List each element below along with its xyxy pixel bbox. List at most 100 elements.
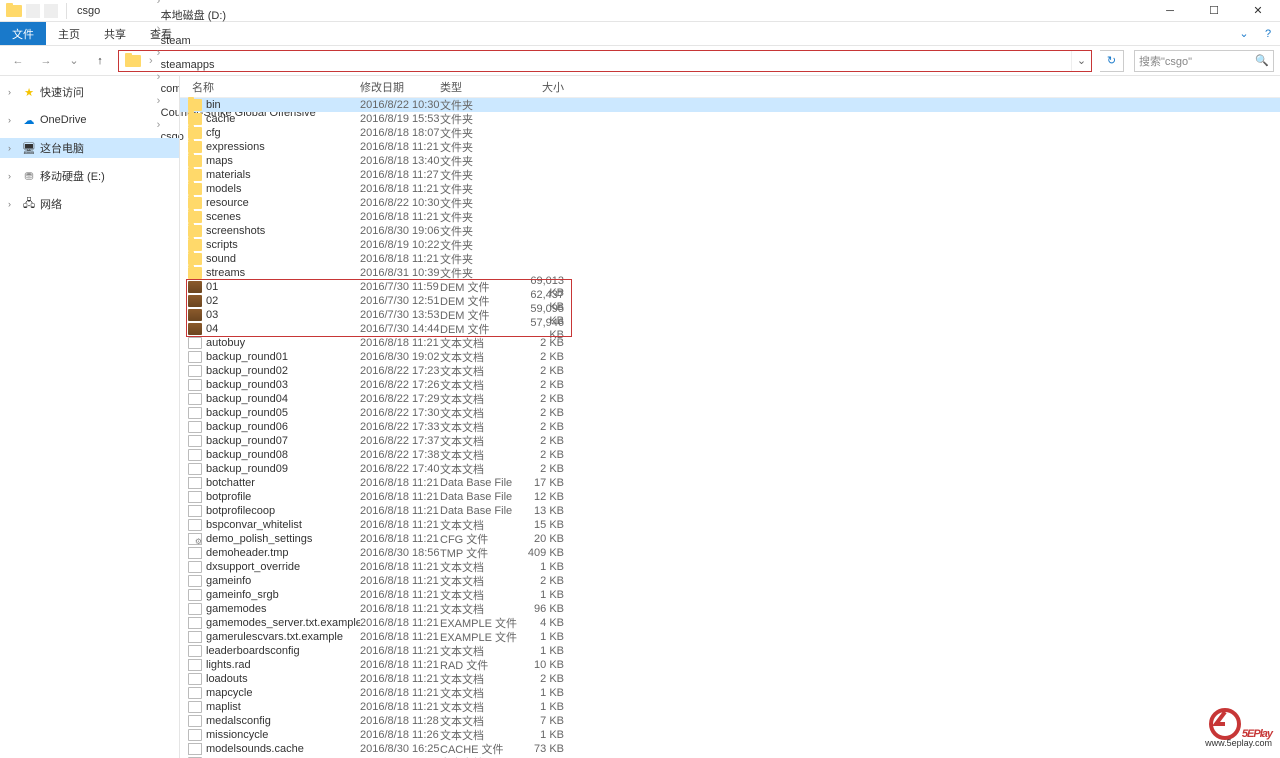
folder-icon <box>188 239 202 251</box>
file-row[interactable]: gamemodes_server.txt.example2016/8/18 11… <box>180 616 1280 630</box>
file-row[interactable]: scenes2016/8/18 11:21文件夹 <box>180 210 1280 224</box>
minimize-button[interactable]: ─ <box>1148 0 1192 22</box>
nav-quick-access[interactable]: ›快速访问 <box>0 82 179 102</box>
file-row[interactable]: maps2016/8/18 13:40文件夹 <box>180 154 1280 168</box>
breadcrumb-item[interactable]: 本地磁盘 (D:) <box>155 7 322 23</box>
file-row[interactable]: screenshots2016/8/30 19:06文件夹 <box>180 224 1280 238</box>
file-row[interactable]: gamerulescvars.txt.example2016/8/18 11:2… <box>180 630 1280 644</box>
nav-forward-button[interactable]: → <box>34 49 58 73</box>
ribbon-tab-share[interactable]: 共享 <box>92 22 138 45</box>
breadcrumb-item[interactable]: steamapps <box>155 59 322 71</box>
refresh-button[interactable]: ↻ <box>1100 50 1124 72</box>
star-icon <box>22 85 36 99</box>
file-row[interactable]: gameinfo2016/8/18 11:21文本文档2 KB <box>180 574 1280 588</box>
nav-this-pc[interactable]: ›这台电脑 <box>0 138 179 158</box>
file-row[interactable]: bspconvar_whitelist2016/8/18 11:21文本文档15… <box>180 518 1280 532</box>
file-row[interactable]: backup_round092016/8/22 17:40文本文档2 KB <box>180 462 1280 476</box>
file-date: 2016/8/18 11:21 <box>360 617 440 629</box>
file-row[interactable]: backup_round052016/8/22 17:30文本文档2 KB <box>180 406 1280 420</box>
nav-onedrive[interactable]: ›OneDrive <box>0 110 179 130</box>
close-button[interactable]: ✕ <box>1236 0 1280 22</box>
ribbon-help-icon[interactable]: ? <box>1256 22 1280 45</box>
file-row[interactable]: 012016/7/30 11:59DEM 文件69,013 KB <box>180 280 1280 294</box>
file-row[interactable]: missioncycle2016/8/18 11:26文本文档1 KB <box>180 728 1280 742</box>
file-row[interactable]: lights.rad2016/8/18 11:21RAD 文件10 KB <box>180 658 1280 672</box>
file-name: bspconvar_whitelist <box>206 519 360 531</box>
file-row[interactable]: dxsupport_override2016/8/18 11:21文本文档1 K… <box>180 560 1280 574</box>
search-icon[interactable]: 🔍 <box>1255 54 1269 67</box>
ribbon-tab-home[interactable]: 主页 <box>46 22 92 45</box>
file-date: 2016/8/18 11:28 <box>360 715 440 727</box>
file-size: 2 KB <box>518 365 570 377</box>
file-row[interactable]: backup_round082016/8/22 17:38文本文档2 KB <box>180 448 1280 462</box>
file-row[interactable]: gamemodes2016/8/18 11:21文本文档96 KB <box>180 602 1280 616</box>
file-row[interactable]: modelsounds.cache2016/8/30 16:25CACHE 文件… <box>180 742 1280 756</box>
file-size: 2 KB <box>518 575 570 587</box>
file-date: 2016/8/31 10:39 <box>360 267 440 279</box>
nav-recent-dropdown[interactable]: ⌄ <box>62 49 86 73</box>
col-header-type[interactable]: 类型 <box>440 79 518 95</box>
file-name: backup_round02 <box>206 365 360 377</box>
breadcrumb-sep-icon[interactable]: › <box>147 55 155 67</box>
file-row[interactable]: maplist2016/8/18 11:21文本文档1 KB <box>180 700 1280 714</box>
file-row[interactable]: loadouts2016/8/18 11:21文本文档2 KB <box>180 672 1280 686</box>
file-date: 2016/8/22 10:30 <box>360 197 440 209</box>
file-row[interactable]: cfg2016/8/18 18:07文件夹 <box>180 126 1280 140</box>
file-row[interactable]: backup_round062016/8/22 17:33文本文档2 KB <box>180 420 1280 434</box>
file-row[interactable]: botchatter2016/8/18 11:21Data Base File1… <box>180 476 1280 490</box>
breadcrumb-sep-icon[interactable]: › <box>155 23 163 35</box>
ribbon-tab-file[interactable]: 文件 <box>0 22 46 45</box>
breadcrumb-sep-icon[interactable]: › <box>155 47 163 59</box>
search-input[interactable]: 搜索"csgo" 🔍 <box>1134 50 1274 72</box>
breadcrumb-item[interactable]: steam <box>155 35 322 47</box>
file-row[interactable]: 032016/7/30 13:53DEM 文件59,095 KB <box>180 308 1280 322</box>
maximize-button[interactable]: ☐ <box>1192 0 1236 22</box>
col-header-name[interactable]: 名称 <box>188 79 360 95</box>
file-row[interactable]: expressions2016/8/18 11:21文件夹 <box>180 140 1280 154</box>
file-row[interactable]: streams2016/8/31 10:39文件夹 <box>180 266 1280 280</box>
address-bar[interactable]: › 这台电脑›本地磁盘 (D:)›steam›steamapps›common›… <box>118 50 1092 72</box>
file-row[interactable]: models2016/8/18 11:21文件夹 <box>180 182 1280 196</box>
col-header-date[interactable]: 修改日期 <box>360 79 440 95</box>
file-row[interactable]: materials2016/8/18 11:27文件夹 <box>180 168 1280 182</box>
file-row[interactable]: bin2016/8/22 10:30文件夹 <box>180 98 1280 112</box>
file-row[interactable]: cache2016/8/19 15:53文件夹 <box>180 112 1280 126</box>
file-row[interactable]: 022016/7/30 12:51DEM 文件62,437 KB <box>180 294 1280 308</box>
file-date: 2016/8/18 11:21 <box>360 183 440 195</box>
file-row[interactable]: gameinfo_srgb2016/8/18 11:21文本文档1 KB <box>180 588 1280 602</box>
file-size: 1 KB <box>518 645 570 657</box>
file-row[interactable]: demoheader.tmp2016/8/30 18:56TMP 文件409 K… <box>180 546 1280 560</box>
file-name: demoheader.tmp <box>206 547 360 559</box>
file-row[interactable]: botprofilecoop2016/8/18 11:21Data Base F… <box>180 504 1280 518</box>
nav-up-button[interactable]: ↑ <box>90 49 110 73</box>
file-row[interactable]: scripts2016/8/19 10:22文件夹 <box>180 238 1280 252</box>
file-row[interactable]: backup_round042016/8/22 17:29文本文档2 KB <box>180 392 1280 406</box>
ribbon-expand-icon[interactable]: ⌄ <box>1232 22 1256 45</box>
file-name: backup_round03 <box>206 379 360 391</box>
file-listing[interactable]: 名称 修改日期 类型 大小 bin2016/8/22 10:30文件夹cache… <box>180 76 1280 758</box>
file-row[interactable]: autobuy2016/8/18 11:21文本文档2 KB <box>180 336 1280 350</box>
file-row[interactable]: backup_round072016/8/22 17:37文本文档2 KB <box>180 434 1280 448</box>
file-icon <box>188 505 202 517</box>
file-row[interactable]: sound2016/8/18 11:21文件夹 <box>180 252 1280 266</box>
file-row[interactable]: backup_round012016/8/30 19:02文本文档2 KB <box>180 350 1280 364</box>
file-row[interactable]: leaderboardsconfig2016/8/18 11:21文本文档1 K… <box>180 644 1280 658</box>
file-row[interactable]: mapcycle2016/8/18 11:21文本文档1 KB <box>180 686 1280 700</box>
address-dropdown-icon[interactable]: ⌄ <box>1071 51 1091 71</box>
file-date: 2016/8/19 10:22 <box>360 239 440 251</box>
file-row[interactable]: botprofile2016/8/18 11:21Data Base File1… <box>180 490 1280 504</box>
file-row[interactable]: 042016/7/30 14:44DEM 文件57,946 KB <box>180 322 1280 336</box>
col-header-size[interactable]: 大小 <box>518 79 570 95</box>
file-row[interactable]: backup_round022016/8/22 17:23文本文档2 KB <box>180 364 1280 378</box>
file-row[interactable]: resource2016/8/22 10:30文件夹 <box>180 196 1280 210</box>
file-row[interactable]: backup_round032016/8/22 17:26文本文档2 KB <box>180 378 1280 392</box>
qat-icon-1[interactable] <box>26 4 40 18</box>
nav-network[interactable]: ›网络 <box>0 194 179 214</box>
file-row[interactable]: medalsconfig2016/8/18 11:28文本文档7 KB <box>180 714 1280 728</box>
file-row[interactable]: demo_polish_settings2016/8/18 11:21CFG 文… <box>180 532 1280 546</box>
nav-back-button[interactable]: ← <box>6 49 30 73</box>
file-icon <box>188 617 202 629</box>
qat-icon-2[interactable] <box>44 4 58 18</box>
nav-removable-drive[interactable]: ›移动硬盘 (E:) <box>0 166 179 186</box>
file-name: models <box>206 183 360 195</box>
